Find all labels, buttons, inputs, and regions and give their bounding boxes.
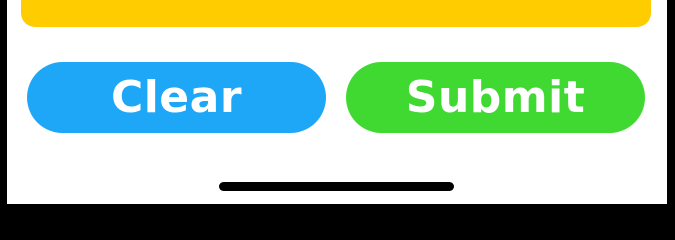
top-panel bbox=[21, 0, 651, 27]
home-indicator[interactable] bbox=[219, 182, 454, 191]
clear-button[interactable]: Clear bbox=[27, 62, 326, 133]
app-screen: Clear Submit bbox=[7, 0, 667, 204]
submit-button[interactable]: Submit bbox=[346, 62, 645, 133]
